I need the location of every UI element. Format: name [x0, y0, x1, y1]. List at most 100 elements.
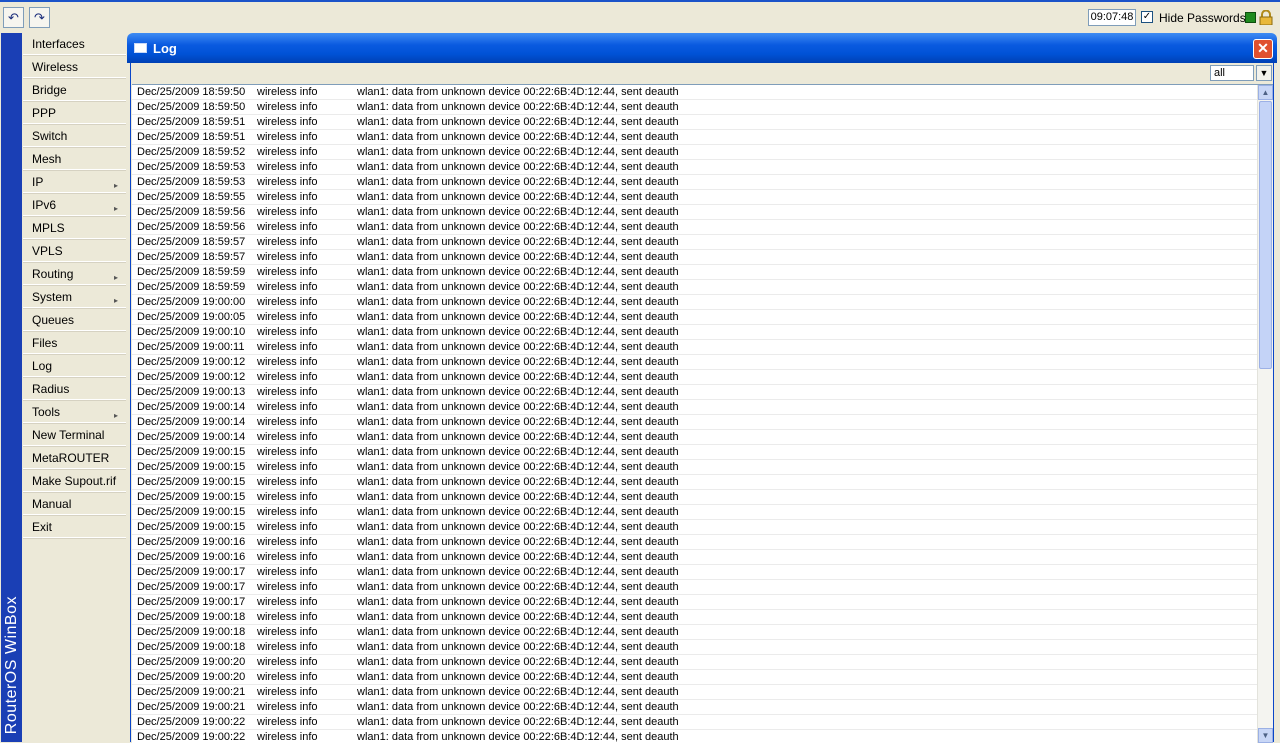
- table-row[interactable]: Dec/25/2009 19:00:11 wireless info wlan1: …: [132, 340, 1273, 355]
- sidebar-item-files[interactable]: Files: [23, 332, 126, 354]
- log-message-cell: wlan1: data from unknown device 00:22:6B…: [357, 191, 679, 203]
- table-row[interactable]: Dec/25/2009 19:00:17 wireless info wlan1: …: [132, 565, 1273, 580]
- table-row[interactable]: Dec/25/2009 18:59:53 wireless info wlan1: …: [132, 175, 1273, 190]
- window-title: Log: [153, 41, 177, 56]
- table-row[interactable]: Dec/25/2009 19:00:16 wireless info wlan1: …: [132, 550, 1273, 565]
- table-row[interactable]: Dec/25/2009 19:00:21 wireless info wlan1: …: [132, 685, 1273, 700]
- sidebar-item-manual[interactable]: Manual: [23, 493, 126, 515]
- sidebar-item-radius[interactable]: Radius: [23, 378, 126, 400]
- undo-button[interactable]: ↶: [3, 7, 24, 28]
- table-row[interactable]: Dec/25/2009 18:59:59 wireless info wlan1: …: [132, 280, 1273, 295]
- table-row[interactable]: Dec/25/2009 19:00:17 wireless info wlan1: …: [132, 580, 1273, 595]
- table-row[interactable]: Dec/25/2009 19:00:15 wireless info wlan1: …: [132, 490, 1273, 505]
- sidebar-item-tools[interactable]: Tools ▸: [23, 401, 126, 423]
- sidebar-item-wireless[interactable]: Wireless: [23, 56, 126, 78]
- table-row[interactable]: Dec/25/2009 18:59:51 wireless info wlan1: …: [132, 115, 1273, 130]
- table-row[interactable]: Dec/25/2009 19:00:14 wireless info wlan1: …: [132, 400, 1273, 415]
- table-row[interactable]: Dec/25/2009 19:00:22 wireless info wlan1: …: [132, 730, 1273, 743]
- sidebar-item-make-supout[interactable]: Make Supout.rif: [23, 470, 126, 492]
- vertical-scrollbar[interactable]: ▲ ▼: [1257, 85, 1273, 743]
- log-time-cell: Dec/25/2009 19:00:18: [137, 611, 246, 623]
- table-row[interactable]: Dec/25/2009 18:59:50 wireless info wlan1: …: [132, 85, 1273, 100]
- table-row[interactable]: Dec/25/2009 19:00:18 wireless info wlan1: …: [132, 640, 1273, 655]
- log-topic-cell: wireless info: [257, 596, 318, 608]
- log-topic-cell: wireless info: [257, 431, 318, 443]
- table-row[interactable]: Dec/25/2009 19:00:20 wireless info wlan1: …: [132, 670, 1273, 685]
- table-row[interactable]: Dec/25/2009 18:59:57 wireless info wlan1: …: [132, 235, 1273, 250]
- table-row[interactable]: Dec/25/2009 19:00:12 wireless info wlan1: …: [132, 355, 1273, 370]
- sidebar-item-ip[interactable]: IP ▸: [23, 171, 126, 193]
- dropdown-arrow-icon[interactable]: ▼: [1256, 65, 1272, 81]
- table-row[interactable]: Dec/25/2009 19:00:13 wireless info wlan1: …: [132, 385, 1273, 400]
- table-row[interactable]: Dec/25/2009 19:00:14 wireless info wlan1: …: [132, 430, 1273, 445]
- scroll-up-button[interactable]: ▲: [1258, 85, 1273, 100]
- table-row[interactable]: Dec/25/2009 19:00:18 wireless info wlan1: …: [132, 625, 1273, 640]
- sidebar-item-ppp[interactable]: PPP: [23, 102, 126, 124]
- sidebar-item-routing[interactable]: Routing ▸: [23, 263, 126, 285]
- log-time-cell: Dec/25/2009 19:00:15: [137, 476, 246, 488]
- log-time-cell: Dec/25/2009 19:00:05: [137, 311, 246, 323]
- log-topic-cell: wireless info: [257, 656, 318, 668]
- hide-passwords-checkbox[interactable]: ✓: [1141, 11, 1153, 23]
- sidebar-item-exit[interactable]: Exit: [23, 516, 126, 538]
- sidebar-item-ipv6[interactable]: IPv6 ▸: [23, 194, 126, 216]
- log-message-cell: wlan1: data from unknown device 00:22:6B…: [357, 266, 679, 278]
- table-row[interactable]: Dec/25/2009 19:00:12 wireless info wlan1: …: [132, 370, 1273, 385]
- table-row[interactable]: Dec/25/2009 19:00:05 wireless info wlan1: …: [132, 310, 1273, 325]
- sidebar-item-bridge[interactable]: Bridge: [23, 79, 126, 101]
- hide-passwords-label[interactable]: Hide Passwords: [1159, 11, 1246, 25]
- table-row[interactable]: Dec/25/2009 19:00:15 wireless info wlan1: …: [132, 505, 1273, 520]
- log-time-cell: Dec/25/2009 19:00:18: [137, 626, 246, 638]
- table-row[interactable]: Dec/25/2009 18:59:56 wireless info wlan1: …: [132, 220, 1273, 235]
- table-row[interactable]: Dec/25/2009 19:00:00 wireless info wlan1: …: [132, 295, 1273, 310]
- table-row[interactable]: Dec/25/2009 19:00:15 wireless info wlan1: …: [132, 460, 1273, 475]
- table-row[interactable]: Dec/25/2009 18:59:56 wireless info wlan1: …: [132, 205, 1273, 220]
- table-row[interactable]: Dec/25/2009 18:59:53 wireless info wlan1: …: [132, 160, 1273, 175]
- log-topic-cell: wireless info: [257, 641, 318, 653]
- table-row[interactable]: Dec/25/2009 19:00:20 wireless info wlan1: …: [132, 655, 1273, 670]
- log-topic-cell: wireless info: [257, 101, 318, 113]
- sidebar-item-switch[interactable]: Switch: [23, 125, 126, 147]
- log-topic-cell: wireless info: [257, 416, 318, 428]
- table-row[interactable]: Dec/25/2009 19:00:15 wireless info wlan1: …: [132, 445, 1273, 460]
- table-row[interactable]: Dec/25/2009 18:59:57 wireless info wlan1: …: [132, 250, 1273, 265]
- scroll-thumb[interactable]: [1259, 101, 1272, 369]
- sidebar-item-log[interactable]: Log: [23, 355, 126, 377]
- log-topic-cell: wireless info: [257, 566, 318, 578]
- sidebar-item-interfaces[interactable]: Interfaces: [23, 33, 126, 55]
- log-time-cell: Dec/25/2009 19:00:14: [137, 416, 246, 428]
- log-window: Log ✕ all ▼ Dec/25/2009 18:59:50 wireless…: [127, 33, 1277, 743]
- sidebar-item-queues[interactable]: Queues: [23, 309, 126, 331]
- table-row[interactable]: Dec/25/2009 19:00:14 wireless info wlan1: …: [132, 415, 1273, 430]
- redo-button[interactable]: ↷: [29, 7, 50, 28]
- table-row[interactable]: Dec/25/2009 19:00:15 wireless info wlan1: …: [132, 475, 1273, 490]
- table-row[interactable]: Dec/25/2009 18:59:59 wireless info wlan1: …: [132, 265, 1273, 280]
- sidebar-item-mpls[interactable]: MPLS: [23, 217, 126, 239]
- table-row[interactable]: Dec/25/2009 18:59:51 wireless info wlan1: …: [132, 130, 1273, 145]
- scroll-down-button[interactable]: ▼: [1258, 728, 1273, 743]
- log-time-cell: Dec/25/2009 18:59:57: [137, 251, 246, 263]
- table-row[interactable]: Dec/25/2009 19:00:15 wireless info wlan1: …: [132, 520, 1273, 535]
- close-button[interactable]: ✕: [1253, 39, 1273, 59]
- table-row[interactable]: Dec/25/2009 19:00:16 wireless info wlan1: …: [132, 535, 1273, 550]
- table-row[interactable]: Dec/25/2009 19:00:21 wireless info wlan1: …: [132, 700, 1273, 715]
- topic-filter-select[interactable]: all: [1210, 65, 1254, 81]
- table-row[interactable]: Dec/25/2009 18:59:50 wireless info wlan1: …: [132, 100, 1273, 115]
- sidebar-item-system[interactable]: System ▸: [23, 286, 126, 308]
- sidebar-item-mesh[interactable]: Mesh: [23, 148, 126, 170]
- sidebar-item-label: MPLS: [32, 221, 65, 235]
- table-row[interactable]: Dec/25/2009 19:00:17 wireless info wlan1: …: [132, 595, 1273, 610]
- log-topic-cell: wireless info: [257, 551, 318, 563]
- sidebar-item-new-terminal[interactable]: New Terminal: [23, 424, 126, 446]
- table-row[interactable]: Dec/25/2009 18:59:52 wireless info wlan1: …: [132, 145, 1273, 160]
- table-row[interactable]: Dec/25/2009 18:59:55 wireless info wlan1: …: [132, 190, 1273, 205]
- table-row[interactable]: Dec/25/2009 19:00:18 wireless info wlan1: …: [132, 610, 1273, 625]
- log-time-cell: Dec/25/2009 19:00:22: [137, 731, 246, 743]
- sidebar-item-vpls[interactable]: VPLS: [23, 240, 126, 262]
- log-message-cell: wlan1: data from unknown device 00:22:6B…: [357, 506, 679, 518]
- table-row[interactable]: Dec/25/2009 19:00:10 wireless info wlan1: …: [132, 325, 1273, 340]
- log-message-cell: wlan1: data from unknown device 00:22:6B…: [357, 326, 679, 338]
- window-titlebar[interactable]: Log ✕: [127, 33, 1277, 63]
- sidebar-item-metarouter[interactable]: MetaROUTER: [23, 447, 126, 469]
- table-row[interactable]: Dec/25/2009 19:00:22 wireless info wlan1: …: [132, 715, 1273, 730]
